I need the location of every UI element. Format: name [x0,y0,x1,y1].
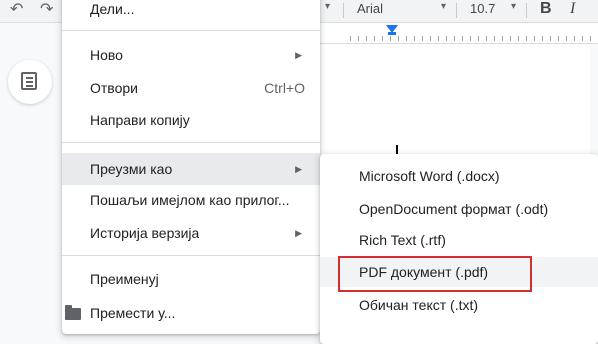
outline-icon [21,72,37,90]
ruler-ticks [350,36,598,41]
menu-item-move[interactable]: Премести у... [62,298,320,328]
submenu-item-label: Rich Text (.rtf) [359,232,446,248]
submenu-item-label: Microsoft Word (.docx) [359,168,500,184]
menu-item-label: Историја верзија [90,225,200,241]
ruler[interactable] [320,23,598,44]
menu-item-version-history[interactable]: Историја верзија ▶ [62,218,320,248]
submenu-item-label: OpenDocument формат (.odt) [359,201,549,217]
menu-item-label: Преузми као [90,161,173,177]
menu-item-label: Направи копију [90,112,190,128]
submenu-arrow-icon: ▶ [295,50,302,60]
bold-button[interactable]: B [540,0,552,18]
font-size-caret-icon[interactable]: ▾ [511,1,516,12]
menu-item-label: Премести у... [90,305,176,321]
menu-divider [62,142,320,143]
submenu-item-txt[interactable]: Обичан текст (.txt) [320,290,598,320]
menu-item-label: Пошаљи имејлом као прилог... [90,192,290,208]
toolbar-divider [343,3,344,18]
indent-marker-bar[interactable] [388,32,396,35]
submenu-arrow-icon: ▶ [295,164,302,174]
submenu-item-rtf[interactable]: Rich Text (.rtf) [320,225,598,255]
submenu-item-odt[interactable]: OpenDocument формат (.odt) [320,194,598,224]
redo-icon[interactable]: ↷ [40,0,53,20]
submenu-item-label: PDF документ (.pdf) [359,264,489,280]
menu-item-label: Отвори [90,80,138,96]
file-menu: Дели... Ново ▶ Отвори Ctrl+O Направи коп… [62,0,320,334]
menu-item-label: Преименуј [90,271,159,287]
menu-item-label: Ново [90,47,123,63]
folder-icon [65,305,81,320]
style-dropdown-caret-icon[interactable]: ▾ [325,1,330,12]
font-size-select[interactable]: 10.7 [470,1,495,16]
document-outline-button[interactable] [8,60,52,104]
menu-divider [62,255,320,256]
menu-item-shortcut: Ctrl+O [264,80,305,96]
menu-item-open[interactable]: Отвори Ctrl+O [62,73,320,103]
menu-divider [62,30,320,31]
menu-item-email-attachment[interactable]: Пошаљи имејлом као прилог... [62,185,320,215]
submenu-item-label: Обичан текст (.txt) [359,297,479,313]
toolbar-divider [456,3,457,18]
menu-item-new[interactable]: Ново ▶ [62,40,320,70]
toolbar-divider [526,3,527,18]
menu-item-make-copy[interactable]: Направи копију [62,105,320,135]
menu-item-rename[interactable]: Преименуј [62,264,320,294]
menu-item-share[interactable]: Дели... [62,0,320,24]
font-name-select[interactable]: Arial [357,1,383,16]
menu-item-label: Дели... [90,1,135,17]
font-dropdown-caret-icon[interactable]: ▾ [441,1,446,12]
submenu-arrow-icon: ▶ [295,228,302,238]
undo-icon[interactable]: ↶ [10,0,23,20]
submenu-item-pdf[interactable]: PDF документ (.pdf) [320,257,598,287]
download-submenu: Microsoft Word (.docx) OpenDocument форм… [320,154,598,344]
menu-item-download[interactable]: Преузми као ▶ [62,153,320,185]
italic-button[interactable]: I [570,0,575,18]
submenu-item-docx[interactable]: Microsoft Word (.docx) [320,161,598,191]
